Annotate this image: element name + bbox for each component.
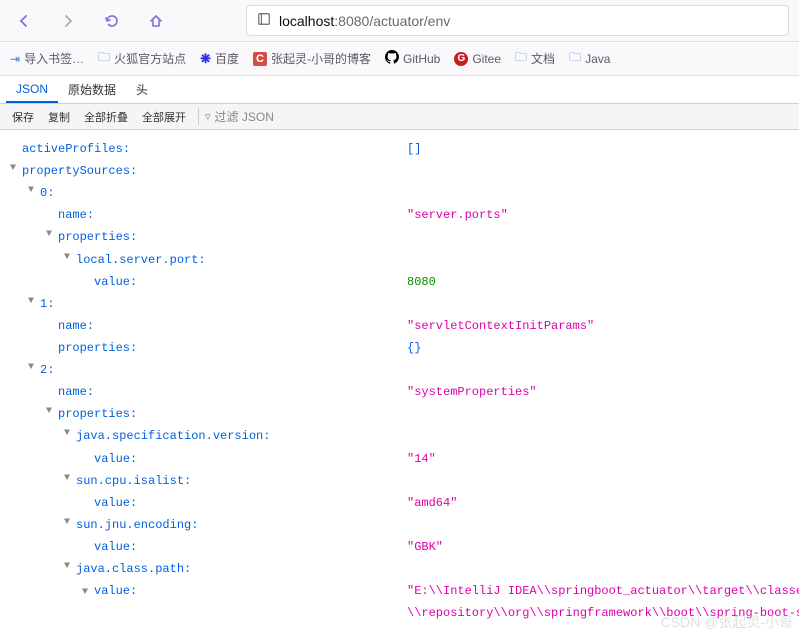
key-java-spec-version[interactable]: java.specification.version <box>76 425 270 447</box>
key-sun-cpu-isalist[interactable]: sun.cpu.isalist <box>76 470 191 492</box>
bookmark-java[interactable]: 🗀Java <box>569 48 610 69</box>
url-text: localhost:8080/actuator/env <box>279 13 450 29</box>
key-properties[interactable]: properties <box>58 226 137 248</box>
key-index-0[interactable]: 0 <box>40 182 54 204</box>
bookmark-import[interactable]: ⇥导入书签… <box>10 50 84 67</box>
home-button[interactable] <box>142 7 170 35</box>
key-value[interactable]: value <box>94 275 137 289</box>
json-viewer-tabs: JSON 原始数据 头 <box>0 76 799 104</box>
toggle-icon[interactable]: ▼ <box>28 359 40 381</box>
import-icon: ⇥ <box>10 52 20 66</box>
key-properties[interactable]: properties <box>58 403 137 425</box>
copy-button[interactable]: 复制 <box>42 106 76 128</box>
collapse-all-button[interactable]: 全部折叠 <box>78 106 134 128</box>
toggle-icon[interactable]: ▼ <box>10 160 22 182</box>
key-propertySources[interactable]: propertySources <box>22 160 137 182</box>
url-bar[interactable]: localhost:8080/actuator/env <box>246 5 789 36</box>
back-button[interactable] <box>10 7 38 35</box>
key-value[interactable]: value <box>94 496 137 510</box>
tab-headers[interactable]: 头 <box>126 76 158 103</box>
folder-icon: 🗀 <box>98 48 110 69</box>
tab-json[interactable]: JSON <box>6 77 58 103</box>
key-sun-jnu-encoding[interactable]: sun.jnu.encoding <box>76 514 198 536</box>
key-index-2[interactable]: 2 <box>40 359 54 381</box>
toggle-icon[interactable]: ▼ <box>82 584 94 603</box>
toggle-icon[interactable]: ▼ <box>46 226 58 248</box>
bookmark-github[interactable]: GitHub <box>385 50 440 67</box>
bookmark-gitee[interactable]: GGitee <box>454 52 501 66</box>
reload-button[interactable] <box>98 7 126 35</box>
bookmarks-bar: ⇥导入书签… 🗀火狐官方站点 ❋百度 C张起灵-小哥的博客 GitHub GGi… <box>0 42 799 76</box>
key-name[interactable]: name <box>58 385 94 399</box>
value: "14" <box>407 448 436 470</box>
folder-icon: 🗀 <box>515 48 527 69</box>
value: "E:\\IntelliJ IDEA\\springboot_actuator\… <box>407 580 799 602</box>
bookmark-firefox[interactable]: 🗀火狐官方站点 <box>98 48 186 69</box>
gitee-icon: G <box>454 52 468 66</box>
tab-raw[interactable]: 原始数据 <box>58 76 126 103</box>
toggle-icon[interactable]: ▼ <box>64 514 76 536</box>
csdn-icon: C <box>253 52 267 66</box>
save-button[interactable]: 保存 <box>6 106 40 128</box>
expand-all-button[interactable]: 全部展开 <box>136 106 192 128</box>
json-tree: activeProfiles[] ▼propertySources ▼0 nam… <box>0 130 799 632</box>
browser-toolbar: localhost:8080/actuator/env <box>0 0 799 42</box>
key-name[interactable]: name <box>58 208 94 222</box>
value-continuation: \\repository\\org\\springframework\\boot… <box>407 602 799 624</box>
filter-input[interactable]: ▿过滤 JSON <box>198 108 280 125</box>
key-local-server-port[interactable]: local.server.port <box>76 249 206 271</box>
forward-button[interactable] <box>54 7 82 35</box>
toggle-icon[interactable]: ▼ <box>64 558 76 580</box>
toggle-icon[interactable]: ▼ <box>28 293 40 315</box>
filter-icon: ▿ <box>205 110 211 123</box>
value: [] <box>407 138 421 160</box>
bookmark-docs[interactable]: 🗀文档 <box>515 48 555 69</box>
toggle-icon[interactable]: ▼ <box>64 425 76 447</box>
key-properties[interactable]: properties <box>58 341 137 355</box>
github-icon <box>385 50 399 67</box>
toggle-icon[interactable]: ▼ <box>64 470 76 492</box>
folder-icon: 🗀 <box>569 48 581 69</box>
json-toolbar: 保存 复制 全部折叠 全部展开 ▿过滤 JSON <box>0 104 799 130</box>
toggle-icon[interactable]: ▼ <box>28 182 40 204</box>
value: "GBK" <box>407 536 443 558</box>
baidu-icon: ❋ <box>200 51 211 67</box>
page-info-icon[interactable] <box>257 12 271 29</box>
key-activeProfiles[interactable]: activeProfiles <box>22 142 130 156</box>
toggle-icon[interactable]: ▼ <box>46 403 58 425</box>
bookmark-csdn[interactable]: C张起灵-小哥的博客 <box>253 50 371 67</box>
value: "servletContextInitParams" <box>407 315 594 337</box>
toggle-icon[interactable]: ▼ <box>64 249 76 271</box>
value: "systemProperties" <box>407 381 537 403</box>
key-index-1[interactable]: 1 <box>40 293 54 315</box>
value: 8080 <box>407 271 436 293</box>
key-name[interactable]: name <box>58 319 94 333</box>
key-value[interactable]: value <box>94 584 137 598</box>
key-value[interactable]: value <box>94 452 137 466</box>
value: "server.ports" <box>407 204 508 226</box>
bookmark-baidu[interactable]: ❋百度 <box>200 50 239 67</box>
key-java-class-path[interactable]: java.class.path <box>76 558 191 580</box>
key-value[interactable]: value <box>94 540 137 554</box>
value: "amd64" <box>407 492 457 514</box>
value: {} <box>407 337 421 359</box>
